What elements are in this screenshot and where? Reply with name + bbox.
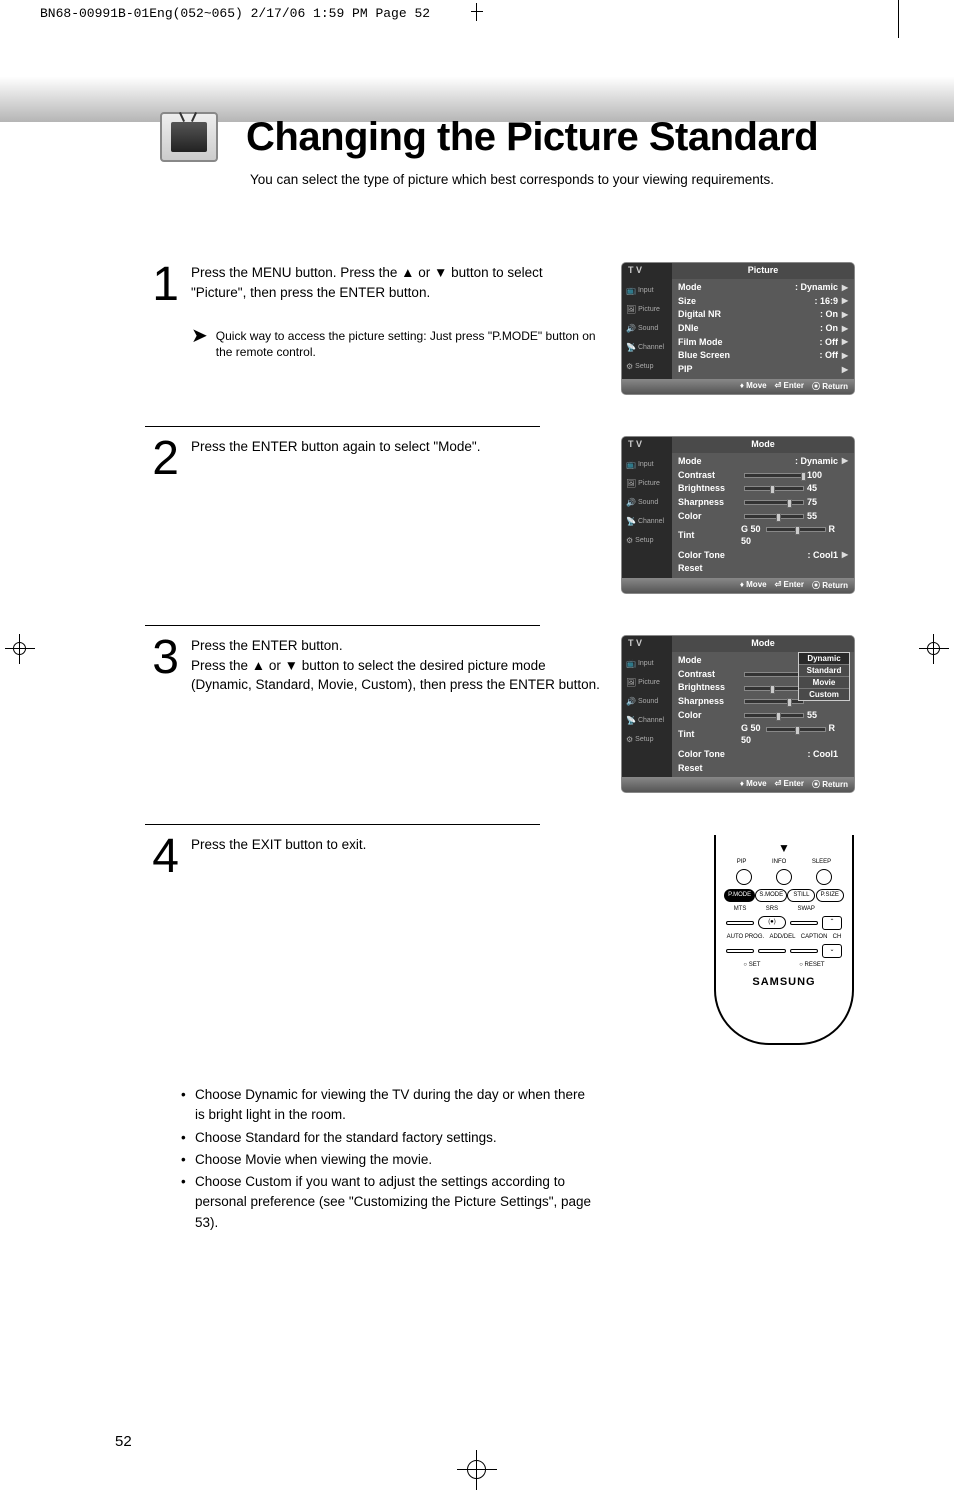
step-4: 4 Press the EXIT button to exit. ▼ PIP I… (145, 829, 854, 1045)
page-subtitle: You can select the type of picture which… (0, 172, 954, 187)
quick-note-text: Quick way to access the picture setting:… (216, 328, 600, 360)
step-number: 1 (145, 263, 179, 394)
menu-footer: ♦ Move ⏎ Enter ⦿ Return (622, 379, 854, 394)
step-3: 3 Press the ENTER button. Press the ▲ or… (145, 630, 854, 792)
menu-sidebar: 📺Input 🖼Picture 🔊Sound 📡Channel ⚙Setup (622, 279, 672, 379)
menu-tv-label: T V (622, 263, 672, 279)
mode-description-list: Choose Dynamic for viewing the TV during… (145, 1085, 595, 1233)
pmode-button: P.MODE (724, 889, 755, 901)
crop-mark-top (471, 3, 483, 21)
step-number: 4 (145, 835, 179, 1045)
registration-mark-bottom (457, 1450, 497, 1490)
note-arrow-icon: ➤ (191, 326, 208, 360)
menu-title: Picture (672, 263, 854, 279)
step-2: 2 Press the ENTER button again to select… (145, 431, 854, 593)
crop-mark-top-right (898, 0, 899, 38)
osd-menu-picture: T V Picture 📺Input 🖼Picture 🔊Sound 📡Chan… (622, 263, 854, 394)
remote-control-diagram: ▼ PIP INFO SLEEP P.MODE S.MODE STILL P.S… (714, 835, 854, 1045)
step-1: 1 Press the MENU button. Press the ▲ or … (145, 257, 854, 394)
mode-dropdown: Dynamic Standard Movie Custom (798, 652, 850, 701)
remote-brand: SAMSUNG (724, 976, 844, 988)
step-number: 2 (145, 437, 179, 593)
tv-icon (160, 112, 218, 162)
osd-menu-mode: T V Mode 📺Input 🖼Picture 🔊Sound 📡Channel… (622, 437, 854, 593)
step-number: 3 (145, 636, 179, 792)
osd-menu-mode-dropdown: T V Mode 📺Input 🖼Picture 🔊Sound 📡Channel… (622, 636, 854, 792)
page-title: Changing the Picture Standard (246, 115, 818, 160)
step-text: Press the ENTER button. Press the ▲ or ▼… (191, 638, 600, 692)
step-text: Press the MENU button. Press the ▲ or ▼ … (191, 265, 543, 300)
step-text: Press the EXIT button to exit. (191, 837, 366, 852)
step-text: Press the ENTER button again to select "… (191, 439, 480, 454)
